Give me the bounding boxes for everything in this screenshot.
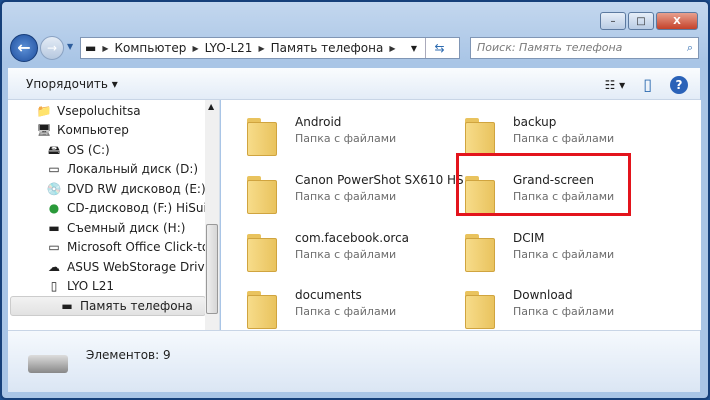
refresh-icon[interactable]: ⇆ bbox=[425, 38, 453, 58]
scrollbar-thumb[interactable] bbox=[206, 224, 218, 314]
tree-item-label: DVD RW дисковод (E:) bbox=[67, 181, 206, 196]
tree-item[interactable]: ▬ Память телефона bbox=[10, 296, 206, 316]
address-dropdown-icon[interactable]: ▼ bbox=[411, 44, 417, 53]
folder-item[interactable]: com.facebook.orca Папка с файлами bbox=[243, 226, 453, 276]
folder-icon bbox=[461, 114, 501, 158]
status-bar: Элементов: 9 bbox=[8, 330, 700, 392]
navigation-bar: ← → ▼ ▬ ▶ Компьютер ▶ LYO-L21 ▶ Память т… bbox=[10, 34, 700, 62]
tree-item-label: OS (C:) bbox=[67, 142, 110, 157]
folder-item[interactable]: Canon PowerShot SX610 HS Папка с файлами bbox=[243, 168, 464, 218]
change-view-button[interactable]: ☷ ▾ bbox=[605, 78, 626, 92]
folder-item[interactable]: Download Папка с файлами bbox=[461, 283, 671, 333]
chevron-right-icon: ▶ bbox=[389, 43, 396, 53]
folder-name: com.facebook.orca bbox=[295, 231, 410, 245]
folder-item[interactable]: documents Папка с файлами bbox=[243, 283, 453, 333]
tree-item-label: ASUS WebStorage Drive bbox=[67, 259, 206, 274]
removable-drive-icon: ▬ bbox=[61, 298, 73, 313]
windows-drive-icon: 🖴 bbox=[47, 142, 61, 157]
chevron-right-icon: ▶ bbox=[102, 43, 109, 53]
tree-item-label: Vsepoluchitsa bbox=[57, 103, 141, 118]
tree-item-label: Съемный диск (H:) bbox=[67, 220, 186, 235]
folder-type: Папка с файлами bbox=[513, 132, 615, 145]
folder-name: backup bbox=[513, 115, 557, 129]
folder-type: Папка с файлами bbox=[295, 305, 397, 318]
removable-drive-icon bbox=[28, 355, 68, 373]
tree-item-label: LYO L21 bbox=[67, 279, 114, 294]
minimize-button[interactable]: – bbox=[600, 12, 626, 30]
folder-type: Папка с файлами bbox=[295, 190, 397, 203]
search-input[interactable]: Поиск: Память телефона ⌕ bbox=[470, 37, 699, 59]
folder-icon bbox=[243, 114, 283, 158]
user-folder-icon: 📁 bbox=[36, 103, 52, 118]
chevron-right-icon: ▶ bbox=[258, 43, 265, 53]
folder-name: Canon PowerShot SX610 HS bbox=[295, 173, 464, 187]
tree-item[interactable]: ▯ LYO L21 bbox=[8, 277, 206, 297]
dvd-icon: 💿 bbox=[46, 181, 62, 196]
folder-icon bbox=[461, 287, 501, 331]
folder-item[interactable]: DCIM Папка с файлами bbox=[461, 226, 671, 276]
folder-tree: 📁 Vsepoluchitsa 🖥 Компьютер 🖴 OS (C:) ▭ Локальн… bbox=[8, 100, 206, 316]
folder-icon bbox=[461, 230, 501, 274]
tree-item[interactable]: 🖴 OS (C:) bbox=[8, 140, 206, 160]
computer-icon: 🖥 bbox=[36, 123, 52, 138]
tree-item-label: Компьютер bbox=[57, 123, 129, 138]
navigation-pane: 📁 Vsepoluchitsa 🖥 Компьютер 🖴 OS (C:) ▭ Локальн… bbox=[8, 100, 220, 330]
phone-icon: ▯ bbox=[50, 279, 58, 294]
back-button[interactable]: ← bbox=[10, 34, 38, 62]
forward-button[interactable]: → bbox=[40, 36, 64, 60]
tree-item[interactable]: 📁 Vsepoluchitsa bbox=[8, 101, 206, 121]
caption-buttons: – □ X bbox=[600, 12, 698, 30]
folder-icon bbox=[243, 287, 283, 331]
tree-item[interactable]: ☁ ASUS WebStorage Drive bbox=[8, 257, 206, 277]
hisuite-icon: ● bbox=[48, 201, 60, 216]
tree-item[interactable]: ▭ Microsoft Office Click-to- bbox=[8, 238, 206, 258]
removable-drive-icon: ▬ bbox=[48, 220, 60, 235]
folder-name: Android bbox=[295, 115, 342, 129]
tree-item[interactable]: 🖥 Компьютер bbox=[8, 121, 206, 141]
folder-name: documents bbox=[295, 288, 362, 302]
highlight-box bbox=[456, 153, 631, 216]
toolbar: Упорядочить ▾ ☷ ▾ ▯ ? bbox=[8, 68, 700, 100]
breadcrumb-device[interactable]: LYO-L21 bbox=[205, 41, 253, 55]
tree-item-label: Microsoft Office Click-to- bbox=[67, 240, 206, 255]
search-placeholder: Поиск: Память телефона bbox=[477, 41, 623, 54]
search-icon[interactable]: ⌕ bbox=[687, 38, 693, 58]
folder-type: Папка с файлами bbox=[295, 248, 397, 261]
tree-item-label: Память телефона bbox=[80, 298, 193, 313]
maximize-button[interactable]: □ bbox=[628, 12, 654, 30]
tree-item-label: Локальный диск (D:) bbox=[67, 162, 199, 177]
folder-icon bbox=[243, 172, 283, 216]
folder-type: Папка с файлами bbox=[295, 132, 397, 145]
chevron-right-icon: ▶ bbox=[192, 43, 199, 53]
tree-item[interactable]: ● CD-дисковод (F:) HiSuite bbox=[8, 199, 206, 219]
recent-pages-dropdown[interactable]: ▼ bbox=[67, 42, 73, 51]
breadcrumb-computer[interactable]: Компьютер bbox=[115, 41, 187, 55]
help-button[interactable]: ? bbox=[670, 75, 688, 94]
scroll-up-icon[interactable]: ▲ bbox=[208, 102, 214, 111]
folder-type: Папка с файлами bbox=[513, 248, 615, 261]
tree-item-label: CD-дисковод (F:) HiSuite bbox=[67, 201, 206, 216]
organize-button[interactable]: Упорядочить ▾ bbox=[26, 77, 118, 91]
folder-icon bbox=[243, 230, 283, 274]
tree-item[interactable]: ▬ Съемный диск (H:) bbox=[8, 218, 206, 238]
drive-icon: ▭ bbox=[48, 162, 60, 177]
folder-type: Папка с файлами bbox=[513, 305, 615, 318]
breadcrumb-storage[interactable]: Память телефона bbox=[271, 41, 384, 55]
tree-item[interactable]: ▭ Локальный диск (D:) bbox=[8, 160, 206, 180]
drive-icon: ▭ bbox=[48, 240, 60, 255]
folder-name: DCIM bbox=[513, 231, 545, 245]
close-button[interactable]: X bbox=[656, 12, 698, 30]
cloud-icon: ☁ bbox=[48, 259, 60, 274]
item-count: Элементов: 9 bbox=[86, 348, 171, 362]
tree-item[interactable]: 💿 DVD RW дисковод (E:) bbox=[8, 179, 206, 199]
navigation-scrollbar[interactable]: ▲ bbox=[205, 100, 219, 330]
drive-icon: ▬ bbox=[85, 41, 97, 55]
folder-name: Download bbox=[513, 288, 573, 302]
preview-pane-button[interactable]: ▯ bbox=[643, 75, 652, 94]
folder-item[interactable]: Android Папка с файлами bbox=[243, 110, 453, 160]
address-bar[interactable]: ▬ ▶ Компьютер ▶ LYO-L21 ▶ Память телефон… bbox=[80, 37, 460, 59]
